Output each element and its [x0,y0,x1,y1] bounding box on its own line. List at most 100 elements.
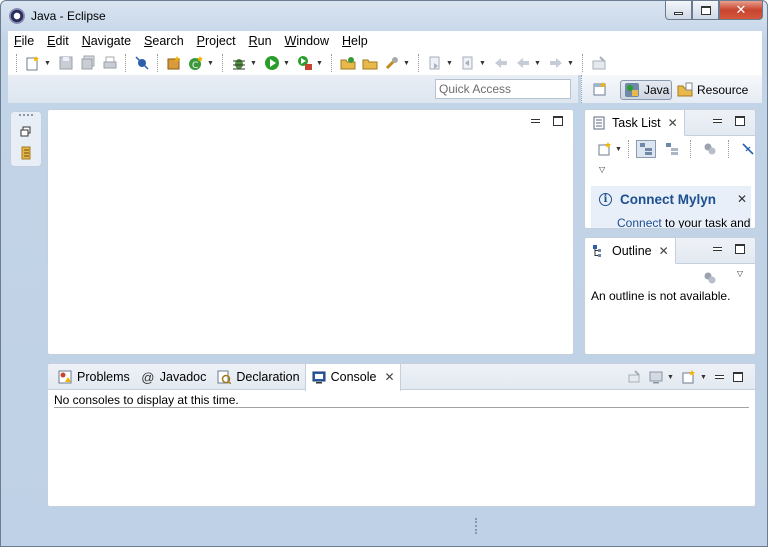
connect-link[interactable]: Connect [617,216,662,228]
hide-completed-icon[interactable] [740,141,755,157]
external-tools-dropdown-icon[interactable]: ▼ [316,60,324,67]
previous-annotation-dropdown-icon[interactable]: ▼ [479,60,487,67]
menu-project[interactable]: Project [197,34,236,48]
skip-breakpoints-icon[interactable] [134,55,150,71]
forward-dropdown-icon[interactable]: ▼ [567,60,575,67]
tab-javadoc[interactable]: @ Javadoc [135,364,212,390]
run-dropdown-icon[interactable]: ▼ [283,60,291,67]
focus-on-workweek-icon[interactable] [702,141,718,157]
status-bar-grip[interactable] [475,518,478,534]
editor-area[interactable] [47,109,574,355]
outline-icon [591,243,607,259]
tab-outline[interactable]: Outline ✕ [585,238,676,264]
scheduled-icon[interactable] [664,141,680,157]
task-list-view: Task List ✕ ▼ ▽ i Connect Mylyn ✕ Connec… [584,109,756,229]
save-all-icon[interactable] [80,55,96,71]
menu-bar: File Edit Navigate Search Project Run Wi… [8,31,762,51]
previous-annotation-icon[interactable] [460,55,476,71]
minimize-icon[interactable] [715,372,725,382]
new-task-icon[interactable] [597,141,613,157]
run-icon[interactable] [264,55,280,71]
tab-declaration[interactable]: Declaration [211,364,304,390]
menu-edit[interactable]: Edit [47,34,69,48]
minimize-icon[interactable] [713,244,723,254]
next-annotation-dropdown-icon[interactable]: ▼ [446,60,454,67]
bottom-panel: Problems @ Javadoc Declaration Console ✕ [47,363,756,507]
window-controls: ✕ [665,1,763,20]
menu-navigate[interactable]: Navigate [82,34,131,48]
tab-console[interactable]: Console ✕ [304,364,401,391]
pin-console-icon[interactable] [626,369,642,385]
close-icon[interactable]: ✕ [737,192,747,206]
java-perspective-icon [624,82,640,98]
new-java-package-icon[interactable] [166,55,182,71]
open-type-icon[interactable] [340,55,356,71]
bottom-tabs: Problems @ Javadoc Declaration Console ✕ [52,364,401,391]
maximize-icon[interactable] [735,244,745,254]
search-tool-icon[interactable] [384,55,400,71]
menu-run[interactable]: Run [249,34,272,48]
editor-pane-controls [531,116,563,126]
new-dropdown-icon[interactable]: ▼ [44,60,52,67]
resource-perspective-button[interactable]: Resource [677,80,748,100]
new-task-dropdown-icon[interactable]: ▼ [615,146,623,153]
back-dropdown-icon[interactable]: ▼ [534,60,542,67]
java-perspective-button[interactable]: Java [620,80,672,100]
new-java-class-icon[interactable]: C [188,55,204,71]
problems-icon [57,369,73,385]
open-perspective-icon[interactable] [592,81,608,97]
trim-grip[interactable] [19,114,33,116]
display-console-dropdown-icon[interactable]: ▼ [667,374,675,381]
print-icon[interactable] [102,55,118,71]
pin-editor-icon[interactable] [591,55,607,71]
categorized-icon[interactable] [636,140,656,158]
minimize-button[interactable] [665,1,692,20]
title-bar[interactable]: Java - Eclipse ✕ [1,1,767,31]
open-console-dropdown-icon[interactable]: ▼ [700,374,708,381]
close-icon[interactable]: ✕ [659,244,669,258]
display-console-icon[interactable] [648,369,664,385]
close-button[interactable]: ✕ [719,1,763,20]
maximize-icon[interactable] [553,116,563,126]
eclipse-app-icon[interactable] [9,8,25,24]
close-icon[interactable]: ✕ [384,370,394,384]
maximize-icon[interactable] [735,116,745,126]
debug-icon[interactable] [231,55,247,71]
maximize-button[interactable] [692,1,719,20]
menu-search[interactable]: Search [144,34,184,48]
tab-problems[interactable]: Problems [52,364,135,390]
view-menu-icon[interactable]: ▽ [737,269,743,278]
debug-dropdown-icon[interactable]: ▼ [250,60,258,67]
close-icon[interactable]: ✕ [668,116,678,130]
save-icon[interactable] [58,55,74,71]
last-edit-location-icon[interactable] [493,55,509,71]
minimize-icon[interactable] [531,116,541,126]
new-class-dropdown-icon[interactable]: ▼ [207,60,215,67]
open-console-icon[interactable] [681,369,697,385]
tab-task-list[interactable]: Task List ✕ [585,110,685,136]
restore-icon[interactable] [20,126,32,138]
new-icon[interactable] [25,55,41,71]
focus-on-active-task-icon[interactable] [703,271,717,285]
minimize-icon[interactable] [713,116,723,126]
view-menu-icon[interactable]: ▽ [599,165,605,174]
package-explorer-icon[interactable] [19,146,33,160]
toolbar-separator [331,54,333,72]
outline-pane-controls [713,244,745,254]
external-tools-icon[interactable] [297,55,313,71]
search-dropdown-icon[interactable]: ▼ [403,60,411,67]
next-annotation-icon[interactable] [427,55,443,71]
menu-help[interactable]: Help [342,34,368,48]
open-task-icon[interactable] [362,55,378,71]
menu-file[interactable]: File [14,34,34,48]
forward-icon[interactable] [548,55,564,71]
resource-perspective-label: Resource [697,83,749,97]
menu-window[interactable]: Window [285,34,329,48]
toolbar-separator [728,140,730,158]
minimize-icon [674,11,683,15]
svg-text:C: C [192,61,198,71]
back-icon[interactable] [515,55,531,71]
quick-access-input[interactable]: Quick Access [435,79,571,99]
maximize-icon[interactable] [733,372,743,382]
toolbar-grip[interactable] [16,54,18,72]
